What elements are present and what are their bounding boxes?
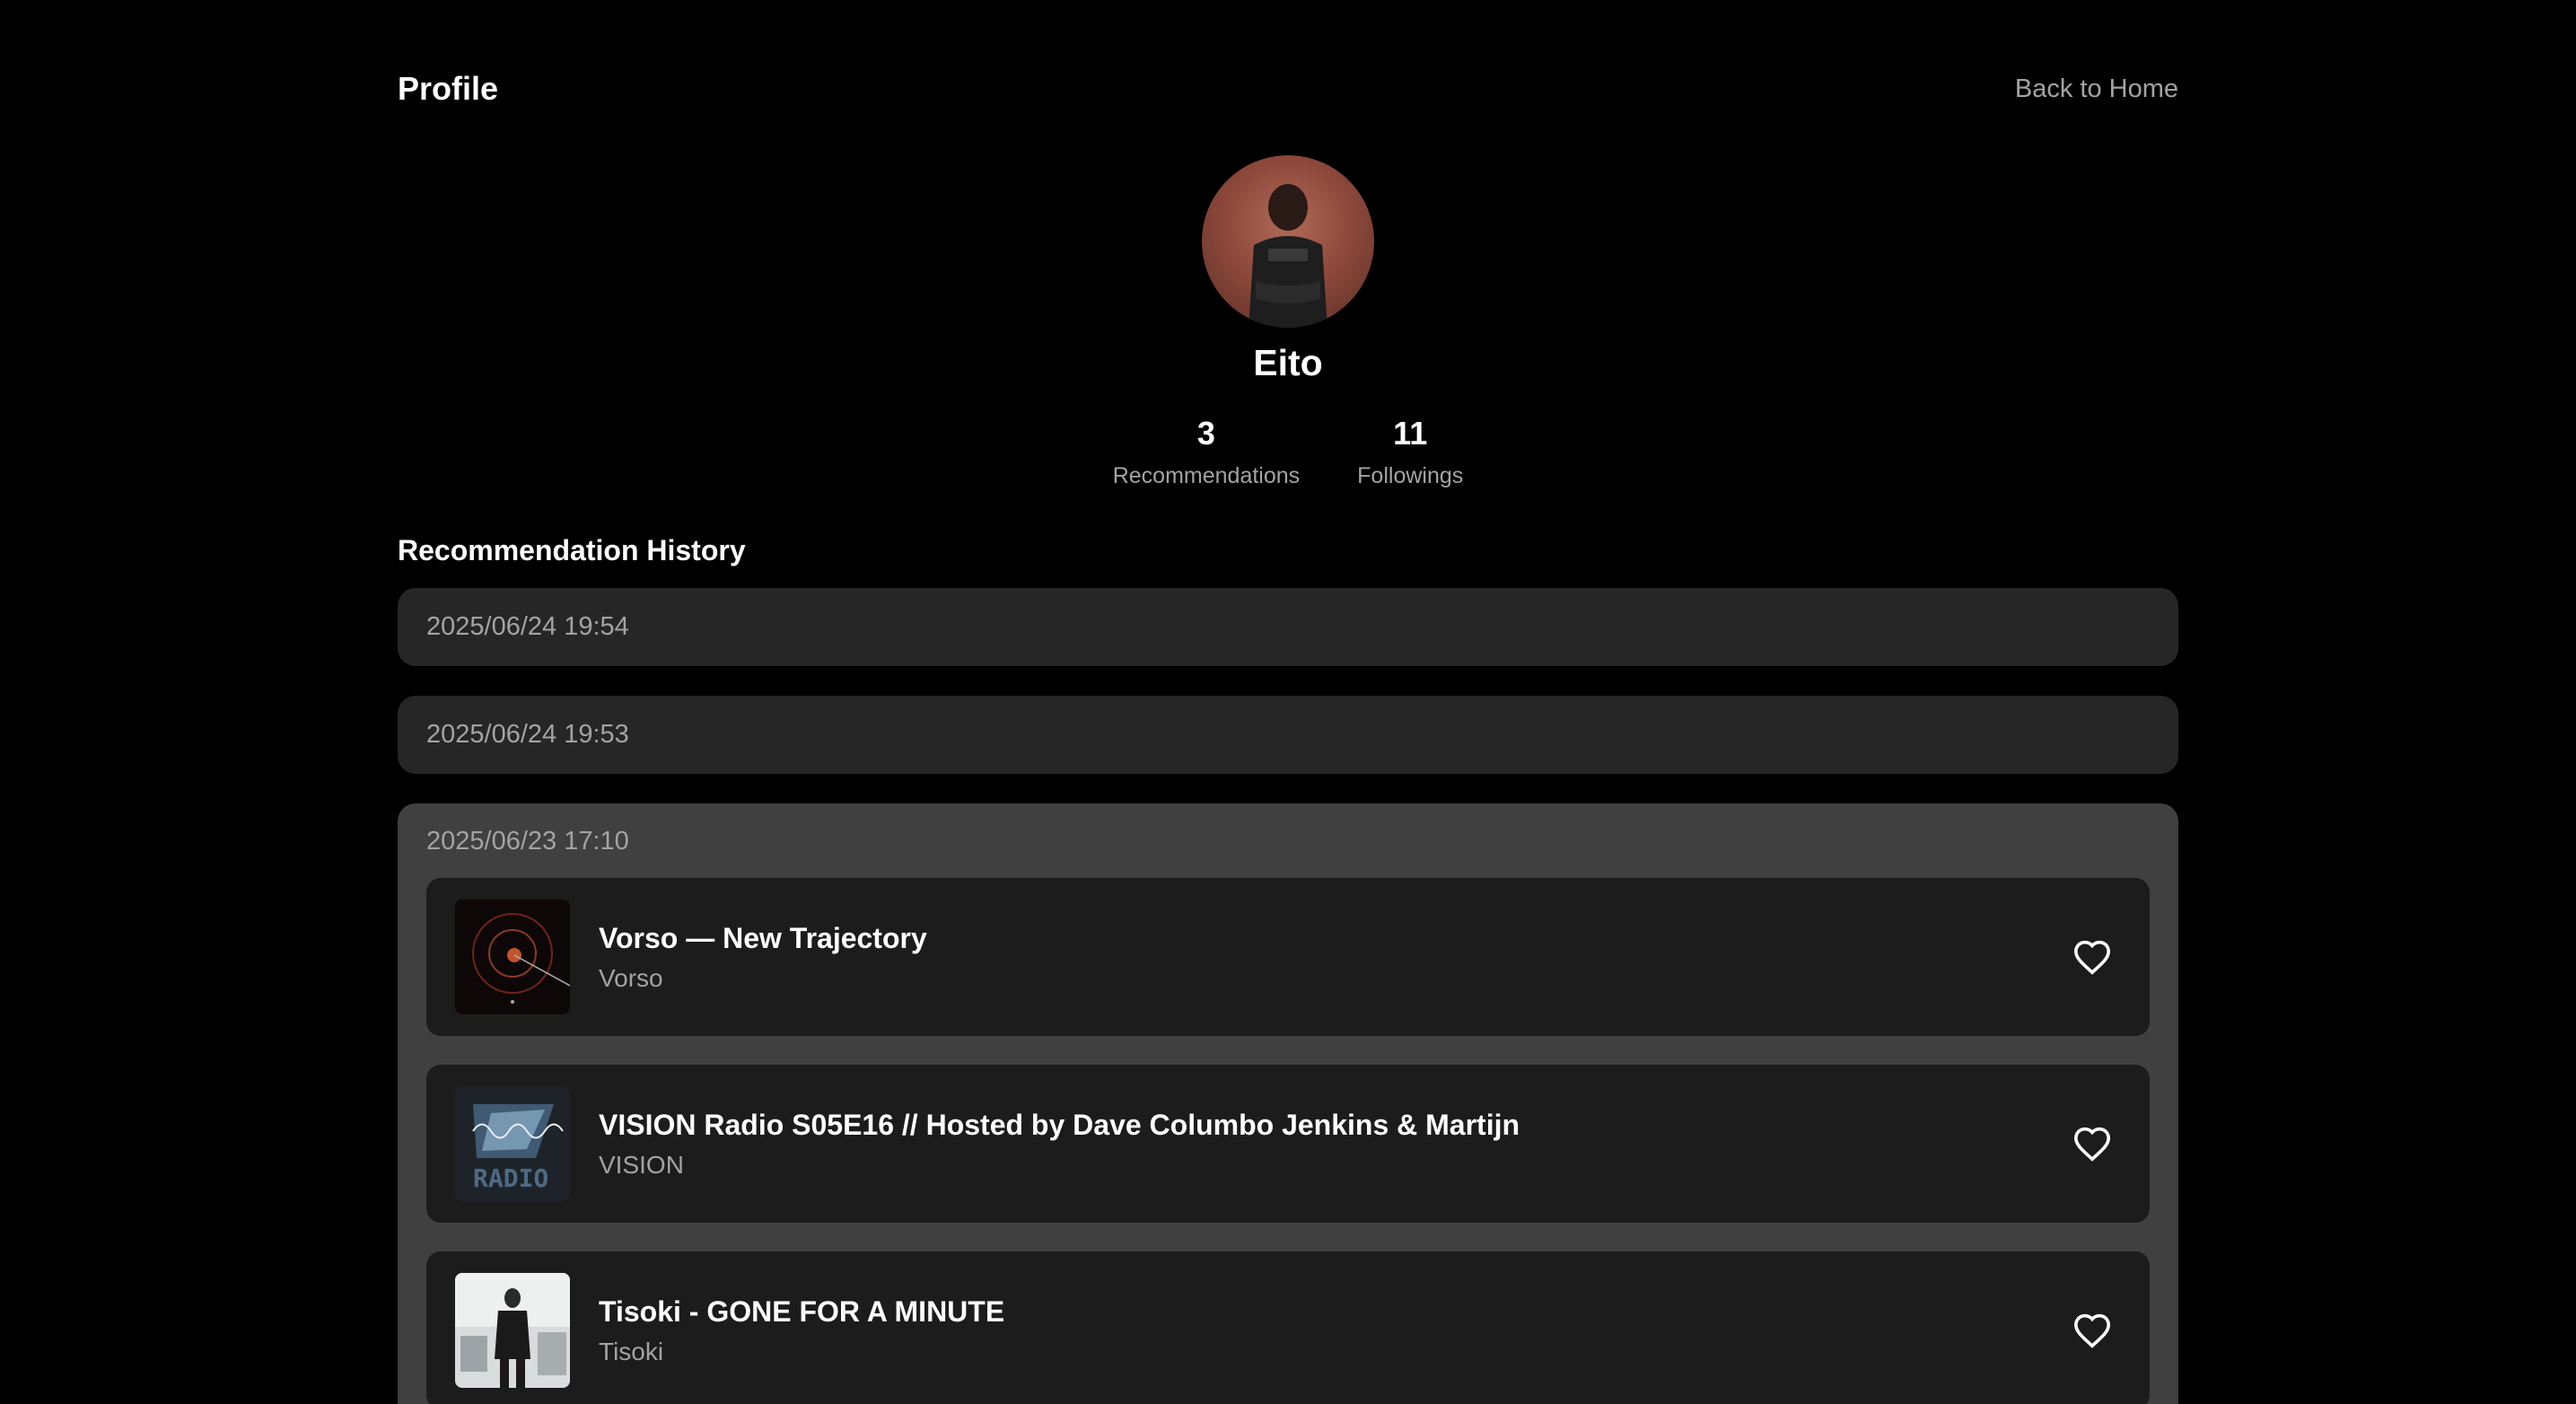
photo-cover-icon — [455, 1273, 570, 1388]
orbit-cover-icon — [455, 899, 570, 1014]
track-info: VISION Radio S05E16 // Hosted by Dave Co… — [599, 1109, 2063, 1180]
heart-icon — [2073, 940, 2111, 975]
track-artist[interactable]: Vorso — [599, 964, 2063, 993]
heart-icon — [2073, 1127, 2111, 1162]
avatar — [1202, 155, 1374, 328]
profile-summary: Eito 3 Recommendations 11 Followings — [398, 155, 2178, 489]
track-artist[interactable]: VISION — [599, 1151, 2063, 1180]
track-artist[interactable]: Tisoki — [599, 1338, 2063, 1366]
stat-recommendations: 3 Recommendations — [1113, 415, 1300, 489]
track-card[interactable]: Tisoki - GONE FOR A MINUTE Tisoki — [426, 1251, 2150, 1404]
profile-page: Profile Back to Home Eito 3 Recommendati… — [398, 0, 2178, 1404]
stat-label: Followings — [1357, 463, 1464, 488]
history-entry[interactable]: 2025/06/24 19:53 — [398, 696, 2178, 774]
like-button[interactable] — [2063, 1302, 2121, 1359]
profile-name: Eito — [1253, 342, 1323, 383]
entry-date: 2025/06/23 17:10 — [426, 827, 629, 856]
stat-label: Recommendations — [1112, 463, 1301, 488]
track-info: Vorso — New Trajectory Vorso — [599, 922, 2063, 993]
heart-icon — [2073, 1313, 2111, 1348]
track-info: Tisoki - GONE FOR A MINUTE Tisoki — [599, 1295, 2063, 1366]
stat-value: 11 — [1393, 415, 1428, 452]
history-entry-expanded[interactable]: 2025/06/23 17:10 Vorso — New Trajectory … — [398, 803, 2178, 1404]
stat-followings[interactable]: 11 Followings — [1357, 415, 1463, 489]
page-title: Profile — [398, 70, 499, 107]
stat-value: 3 — [1196, 415, 1215, 452]
radio-cover-icon: RADIO — [455, 1086, 570, 1201]
recommendation-history: 2025/06/24 19:54 2025/06/24 19:53 2025/0… — [398, 588, 2178, 1404]
entry-date: 2025/06/24 19:54 — [426, 612, 629, 641]
svg-text:RADIO: RADIO — [473, 1163, 548, 1193]
header: Profile Back to Home — [398, 67, 2178, 110]
track-card[interactable]: Vorso — New Trajectory Vorso — [426, 878, 2150, 1036]
like-button[interactable] — [2063, 1115, 2121, 1172]
like-button[interactable] — [2063, 928, 2121, 986]
track-title[interactable]: VISION Radio S05E16 // Hosted by Dave Co… — [599, 1109, 2063, 1142]
entry-date: 2025/06/24 19:53 — [426, 720, 629, 749]
track-title[interactable]: Tisoki - GONE FOR A MINUTE — [599, 1295, 2063, 1329]
profile-stats: 3 Recommendations 11 Followings — [1113, 415, 1464, 489]
avatar-photo-icon — [1249, 184, 1327, 328]
section-title: Recommendation History — [398, 534, 746, 566]
history-entry[interactable]: 2025/06/24 19:54 — [398, 588, 2178, 666]
track-list: Vorso — New Trajectory Vorso RADIO VISIO… — [426, 878, 2150, 1404]
back-to-home-link[interactable]: Back to Home — [2015, 75, 2178, 104]
track-card[interactable]: RADIO VISION Radio S05E16 // Hosted by D… — [426, 1065, 2150, 1223]
track-title[interactable]: Vorso — New Trajectory — [599, 922, 2063, 955]
